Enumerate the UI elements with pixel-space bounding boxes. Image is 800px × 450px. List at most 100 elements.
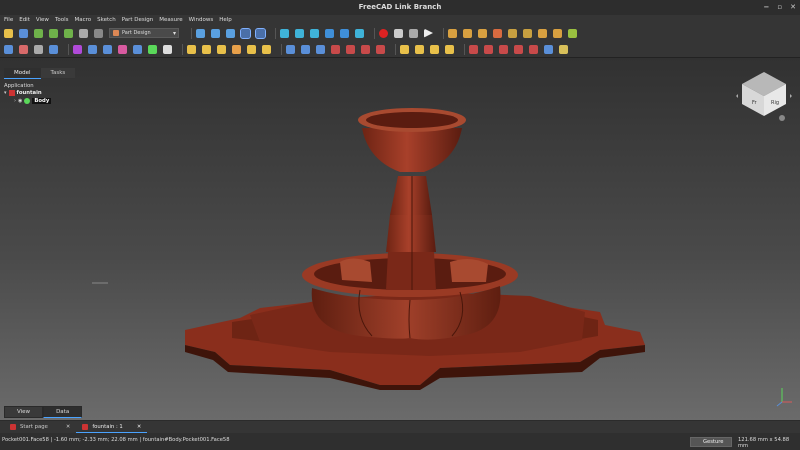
tab-view[interactable]: View (4, 406, 44, 418)
datum-plane-icon[interactable] (103, 44, 112, 54)
menu-file[interactable]: File (4, 15, 13, 25)
boolean-icon[interactable] (529, 44, 538, 54)
thickness-icon[interactable] (445, 44, 454, 54)
measure-icon[interactable] (355, 28, 364, 38)
refresh-icon[interactable] (79, 28, 88, 38)
sketch-new-icon[interactable] (448, 28, 457, 38)
navigation-cube[interactable]: Fr Rig (736, 66, 792, 122)
shape-binder-icon[interactable] (34, 44, 43, 54)
clone-icon[interactable] (49, 44, 58, 54)
selection-filter-icon[interactable] (255, 27, 266, 39)
linear-pattern-icon[interactable] (484, 44, 493, 54)
sketch-mirror-icon[interactable] (538, 28, 547, 38)
menu-part-design[interactable]: Part Design (122, 15, 154, 25)
menu-help[interactable]: Help (219, 15, 232, 25)
tab-data[interactable]: Data (43, 406, 83, 418)
sub-shape-binder-icon[interactable] (133, 44, 142, 54)
subtractive-pipe-icon[interactable] (346, 44, 355, 54)
navcube-right-arrow-icon (790, 94, 792, 98)
sketch-edit-icon[interactable] (463, 28, 472, 38)
sketch-icon[interactable] (163, 44, 172, 54)
doc-tab-fountain[interactable]: fountain : 1 ✕ (76, 421, 148, 433)
subtractive-box-icon[interactable] (376, 44, 385, 54)
eye-icon[interactable]: ◉ (18, 98, 22, 104)
nav-up-icon[interactable] (310, 28, 319, 38)
part-icon[interactable] (4, 44, 13, 54)
menu-edit[interactable]: Edit (19, 15, 30, 25)
pocket-icon[interactable] (286, 44, 295, 54)
cup-body (362, 128, 462, 172)
redo-icon[interactable] (64, 28, 73, 38)
additive-box-icon[interactable] (262, 44, 271, 54)
link-select-icon[interactable] (340, 28, 349, 38)
sketch-view-icon[interactable] (493, 28, 502, 38)
macro-stop-icon[interactable] (394, 28, 403, 38)
whats-this-icon[interactable] (94, 28, 103, 38)
menu-view[interactable]: View (36, 15, 49, 25)
workbench-selector[interactable]: Part Design (109, 28, 179, 38)
sketch-validate-icon[interactable] (508, 28, 517, 38)
sketch-merge-icon[interactable] (553, 28, 562, 38)
loft-icon[interactable] (217, 44, 226, 54)
hole-icon[interactable] (301, 44, 310, 54)
sketch-section-icon[interactable] (523, 28, 532, 38)
local-cs-icon[interactable] (118, 44, 127, 54)
subtractive-loft-icon[interactable] (331, 44, 340, 54)
close-icon[interactable]: ✕ (66, 424, 70, 430)
fit-selection-icon[interactable] (211, 28, 220, 38)
macro-edit-icon[interactable] (409, 28, 418, 38)
new-document-icon[interactable] (4, 28, 13, 38)
minimize-button[interactable]: − (764, 0, 770, 15)
mirrored-icon[interactable] (469, 44, 478, 54)
group-icon[interactable] (19, 44, 28, 54)
menu-sketch[interactable]: Sketch (97, 15, 116, 25)
fountain-model[interactable] (0, 58, 800, 420)
draw-style-icon[interactable] (226, 28, 235, 38)
fillet-icon[interactable] (400, 44, 409, 54)
multi-transform-icon[interactable] (514, 44, 523, 54)
fit-all-icon[interactable] (196, 28, 205, 38)
chevron-down-icon[interactable]: ▾ (4, 90, 7, 96)
tab-model[interactable]: Model (4, 68, 41, 79)
polar-pattern-icon[interactable] (499, 44, 508, 54)
nav-forward-icon[interactable] (295, 28, 304, 38)
revolution-icon[interactable] (202, 44, 211, 54)
menu-measure[interactable]: Measure (159, 15, 182, 25)
pad-icon[interactable] (187, 44, 196, 54)
tree-item-fountain[interactable]: ▾ fountain (4, 90, 42, 96)
menu-tools[interactable]: Tools (55, 15, 69, 25)
pipe-icon[interactable] (232, 44, 241, 54)
open-document-icon[interactable] (19, 28, 28, 38)
undo-icon[interactable] (49, 28, 58, 38)
save-document-icon[interactable] (34, 28, 43, 38)
groove-icon[interactable] (316, 44, 325, 54)
subtractive-helix-icon[interactable] (361, 44, 370, 54)
primitive-icon[interactable] (544, 44, 553, 54)
3d-viewport[interactable]: Fr Rig (0, 58, 800, 420)
nav-back-icon[interactable] (280, 28, 289, 38)
macro-play-icon[interactable] (424, 28, 433, 38)
body-icon[interactable] (148, 44, 157, 54)
menu-windows[interactable]: Windows (189, 15, 214, 25)
datum-point-icon[interactable] (73, 44, 82, 54)
tree-item-body[interactable]: › ◉ Body (14, 98, 52, 104)
chevron-right-icon[interactable]: › (14, 98, 16, 104)
sketch-leave-icon[interactable] (568, 28, 577, 38)
tab-tasks[interactable]: Tasks (40, 68, 76, 79)
draft-icon[interactable] (430, 44, 439, 54)
link-make-icon[interactable] (325, 28, 334, 38)
macro-record-icon[interactable] (379, 28, 388, 38)
maximize-button[interactable]: ▫ (777, 0, 782, 15)
close-button[interactable]: ✕ (790, 0, 796, 15)
bounding-box-icon[interactable] (240, 27, 251, 39)
chamfer-icon[interactable] (415, 44, 424, 54)
doc-tab-start-page[interactable]: Start page ✕ (4, 421, 76, 433)
helix-icon[interactable] (247, 44, 256, 54)
menu-macro[interactable]: Macro (75, 15, 92, 25)
navigation-style-button[interactable]: Gesture (690, 437, 732, 447)
datum-line-icon[interactable] (88, 44, 97, 54)
migrate-icon[interactable] (559, 44, 568, 54)
sketch-map-icon[interactable] (478, 28, 487, 38)
close-icon[interactable]: ✕ (137, 424, 141, 430)
title-bar: FreeCAD Link Branch − ▫ ✕ (0, 0, 800, 15)
